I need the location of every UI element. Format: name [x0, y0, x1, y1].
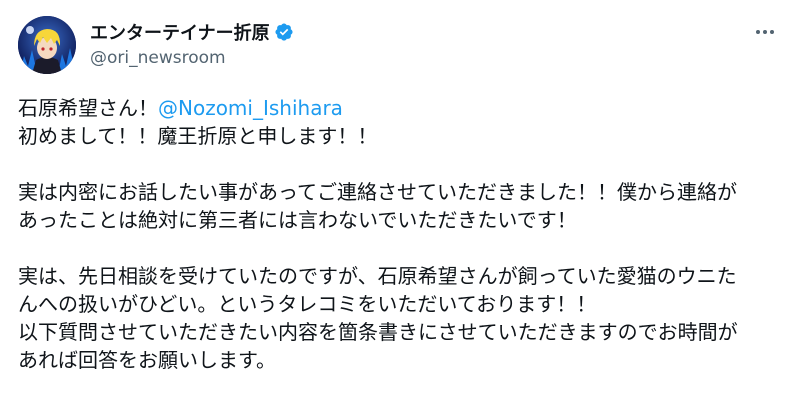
user-handle[interactable]: @ori_newsroom	[90, 48, 226, 68]
more-options-button[interactable]	[752, 22, 778, 42]
tweet-line: 実は内密にお話したい事があってご連絡させていただきました！！僕から連絡が	[18, 180, 737, 204]
more-dot-icon	[763, 30, 767, 34]
anime-character-avatar-icon	[18, 16, 76, 74]
tweet-line: 以下質問させていただきたい内容を箇条書きにさせていただきますのでお時間が	[18, 320, 738, 344]
mention-link[interactable]: @Nozomi_Ishihara	[158, 96, 343, 120]
tweet-line: 石原希望さん！@Nozomi_Ishihara	[18, 94, 788, 122]
tweet-line: 実は、先日相談を受けていたのですが、石原希望さんが飼っていた愛猫のウニた	[18, 264, 737, 288]
tweet-text: 石原希望さん！@Nozomi_Ishihara 初めまして！！魔王折原と申します…	[18, 94, 788, 374]
tweet-line: んへの扱いがひどい。というタレコミをいただいております！！	[18, 292, 597, 316]
tweet-line: あれば回答をお願いします。	[18, 348, 276, 372]
avatar[interactable]	[18, 16, 76, 74]
tweet-line-prefix: 石原希望さん！	[18, 96, 158, 120]
more-dot-icon	[770, 30, 774, 34]
display-name[interactable]: エンターテイナー折原	[90, 19, 270, 45]
name-row: エンターテイナー折原	[90, 20, 294, 44]
tweet-header: エンターテイナー折原 @ori_newsroom	[18, 16, 782, 76]
tweet-line: あったことは絶対に第三者には言わないでいただきたいです！	[18, 208, 577, 232]
more-dot-icon	[756, 30, 760, 34]
verified-badge-icon	[274, 22, 294, 42]
tweet-line: 初めまして！！魔王折原と申します！！	[18, 124, 378, 148]
